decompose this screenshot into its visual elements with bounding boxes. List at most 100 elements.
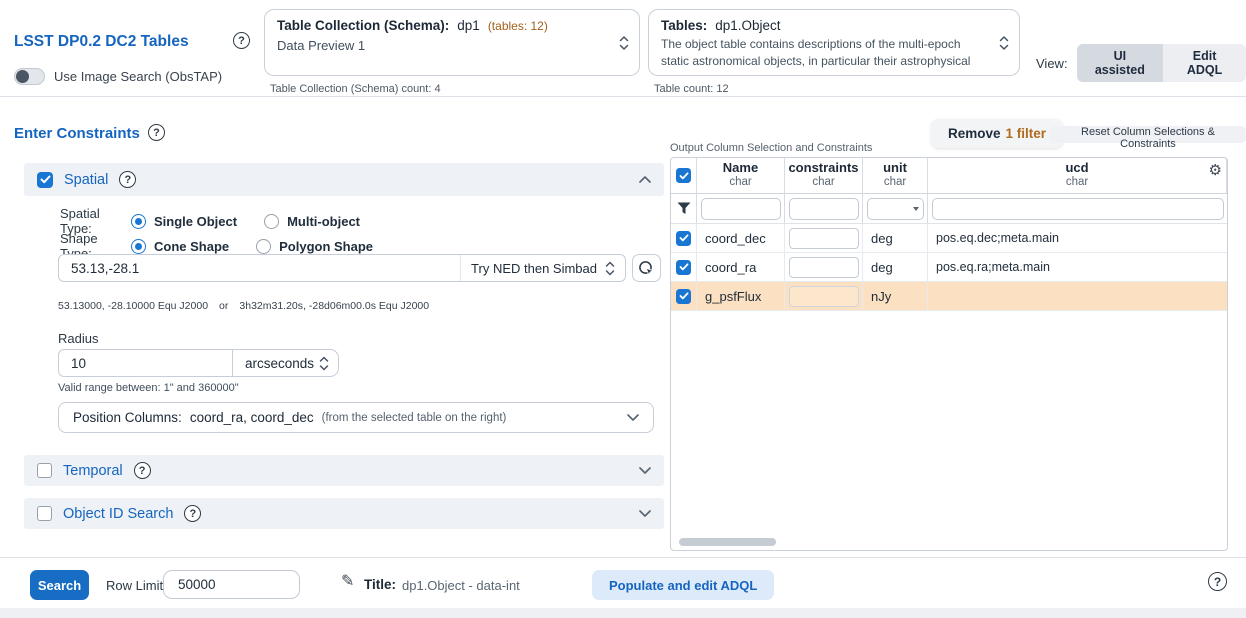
output-columns-caption: Output Column Selection and Constraints bbox=[670, 142, 872, 154]
schema-select-header: Table Collection (Schema):dp1(tables: 12… bbox=[277, 18, 609, 33]
filter-constraints-input[interactable] bbox=[789, 198, 859, 220]
title-value: dp1.Object - data-int bbox=[402, 578, 520, 593]
table-row-coord_dec[interactable]: coord_dec deg pos.eq.dec;meta.main bbox=[671, 224, 1227, 253]
horizontal-scrollbar-thumb[interactable] bbox=[679, 538, 776, 546]
header-select-all-cell bbox=[671, 158, 697, 193]
remove-filter-count: 1 filter bbox=[1006, 126, 1047, 141]
table-filter-row bbox=[671, 194, 1227, 224]
header-ucd[interactable]: ucd char bbox=[928, 158, 1227, 193]
constraint-input[interactable] bbox=[789, 286, 859, 307]
cell-unit: nJy bbox=[863, 282, 928, 310]
radio-single-object[interactable]: Single Object bbox=[131, 214, 237, 229]
row-checkbox[interactable] bbox=[676, 289, 691, 304]
table-settings-gear-icon[interactable]: ⚙ bbox=[1209, 163, 1222, 178]
image-search-toggle-row: Use Image Search (ObsTAP) bbox=[14, 68, 222, 85]
radius-input[interactable] bbox=[58, 349, 233, 377]
object-id-section-header[interactable]: Object ID Search ? bbox=[24, 498, 664, 529]
tables-label: Tables: bbox=[661, 18, 707, 33]
tables-value: dp1.Object bbox=[715, 18, 780, 33]
tables-select[interactable]: Tables: dp1.Object The object table conta… bbox=[648, 9, 1020, 76]
filter-name-input[interactable] bbox=[701, 198, 781, 220]
filter-unit-cell bbox=[863, 194, 928, 223]
coord-sexagesimal: 3h32m31.20s, -28d06m00.0s Equ J2000 bbox=[239, 300, 429, 312]
position-columns-note: (from the selected table on the right) bbox=[322, 412, 507, 424]
radio-cone-shape[interactable]: Cone Shape bbox=[131, 239, 229, 254]
tables-count-hint: Table count: 12 bbox=[654, 83, 729, 95]
filter-ucd-input[interactable] bbox=[932, 198, 1224, 220]
cell-unit: deg bbox=[863, 224, 928, 252]
footer-help-icon[interactable]: ? bbox=[1208, 572, 1227, 591]
coordinates-box: Try NED then Simbad bbox=[58, 254, 626, 282]
radio-polygon-shape[interactable]: Polygon Shape bbox=[256, 239, 373, 254]
temporal-checkbox[interactable] bbox=[37, 463, 52, 478]
cell-ucd: pos.eq.ra;meta.main bbox=[928, 253, 1227, 281]
constraint-input[interactable] bbox=[789, 257, 859, 278]
toggle-knob bbox=[16, 70, 29, 83]
search-button[interactable]: Search bbox=[30, 570, 89, 600]
schema-selected-option: Data Preview 1 bbox=[277, 38, 609, 53]
resolve-button[interactable] bbox=[632, 254, 661, 282]
row-checkbox[interactable] bbox=[676, 231, 691, 246]
view-ui-assisted-button[interactable]: UI assisted bbox=[1077, 44, 1164, 82]
row-limit-label: Row Limit: bbox=[106, 578, 167, 593]
row-checkbox[interactable] bbox=[676, 260, 691, 275]
filter-funnel-icon[interactable] bbox=[677, 202, 691, 215]
chevron-down-icon[interactable] bbox=[639, 467, 651, 474]
chevron-up-icon[interactable] bbox=[639, 176, 651, 183]
view-segmented-control: UI assisted Edit ADQL bbox=[1077, 44, 1246, 82]
filter-unit-combo[interactable] bbox=[867, 198, 924, 220]
schema-value: dp1 bbox=[457, 18, 480, 33]
table-row-g_psfFlux[interactable]: g_psfFlux nJy bbox=[671, 282, 1227, 311]
spatial-section-header[interactable]: Spatial ? bbox=[24, 163, 664, 196]
radio-selected-icon bbox=[131, 239, 146, 254]
view-label: View: bbox=[1036, 56, 1068, 71]
coordinates-input[interactable] bbox=[59, 255, 460, 281]
chevron-down-icon[interactable] bbox=[639, 510, 651, 517]
coordinate-feedback: 53.13000, -28.10000 Equ J2000 or 3h32m31.2… bbox=[58, 300, 429, 312]
radio-unselected-icon bbox=[264, 214, 279, 229]
reset-columns-button[interactable]: Reset Column Selections & Constraints bbox=[1050, 126, 1246, 143]
filter-icon-cell bbox=[671, 194, 697, 223]
image-search-toggle[interactable] bbox=[14, 68, 45, 85]
coord-decimal: 53.13000, -28.10000 Equ J2000 bbox=[58, 300, 208, 312]
remove-filter-prefix: Remove bbox=[948, 126, 1001, 141]
spatial-checkbox[interactable] bbox=[37, 172, 53, 188]
spinner-icon bbox=[619, 35, 629, 50]
radio-multi-object[interactable]: Multi-object bbox=[264, 214, 360, 229]
object-id-checkbox[interactable] bbox=[37, 506, 52, 521]
position-columns-dropdown[interactable]: Position Columns: coord_ra, coord_dec (f… bbox=[58, 402, 654, 433]
view-edit-adql-button[interactable]: Edit ADQL bbox=[1163, 44, 1246, 82]
header-unit[interactable]: unit char bbox=[863, 158, 928, 193]
page-title: LSST DP0.2 DC2 Tables bbox=[14, 33, 189, 51]
resolver-value: Try NED then Simbad bbox=[471, 261, 597, 276]
row-limit-input[interactable] bbox=[163, 570, 300, 599]
cell-name: coord_ra bbox=[697, 253, 785, 281]
table-description: The object table contains descriptions o… bbox=[661, 36, 973, 70]
select-all-checkbox[interactable] bbox=[676, 168, 691, 183]
view-switcher: View: UI assisted Edit ADQL bbox=[1036, 44, 1246, 82]
edit-title-pencil-icon[interactable]: ✎ bbox=[341, 574, 354, 590]
header-name[interactable]: Name char bbox=[697, 158, 785, 193]
temporal-help-icon[interactable]: ? bbox=[134, 462, 151, 479]
resolver-select[interactable]: Try NED then Simbad bbox=[460, 255, 625, 281]
header-constraints[interactable]: constraints char bbox=[785, 158, 863, 193]
spatial-section-title: Spatial bbox=[64, 172, 108, 188]
position-columns-value: coord_ra, coord_dec bbox=[190, 410, 314, 425]
temporal-section-header[interactable]: Temporal ? bbox=[24, 455, 664, 486]
filter-name-cell bbox=[697, 194, 785, 223]
constraint-input[interactable] bbox=[789, 228, 859, 249]
table-row-coord_ra[interactable]: coord_ra deg pos.eq.ra;meta.main bbox=[671, 253, 1227, 282]
resolve-click-icon bbox=[638, 260, 655, 277]
object-id-help-icon[interactable]: ? bbox=[184, 505, 201, 522]
table-header-row: Name char constraints char unit char ucd… bbox=[671, 158, 1227, 194]
schema-label: Table Collection (Schema): bbox=[277, 18, 449, 33]
constraints-help-icon[interactable]: ? bbox=[148, 124, 165, 141]
radius-unit-select[interactable]: arcseconds bbox=[233, 349, 339, 377]
remove-filter-button[interactable]: Remove 1 filter bbox=[931, 119, 1063, 148]
populate-adql-button[interactable]: Populate and edit ADQL bbox=[592, 570, 774, 600]
spatial-help-icon[interactable]: ? bbox=[119, 171, 136, 188]
title-help-icon[interactable]: ? bbox=[233, 32, 250, 49]
coord-or: or bbox=[219, 300, 228, 312]
schema-select[interactable]: Table Collection (Schema):dp1(tables: 12… bbox=[264, 9, 640, 76]
radio-unselected-icon bbox=[256, 239, 271, 254]
